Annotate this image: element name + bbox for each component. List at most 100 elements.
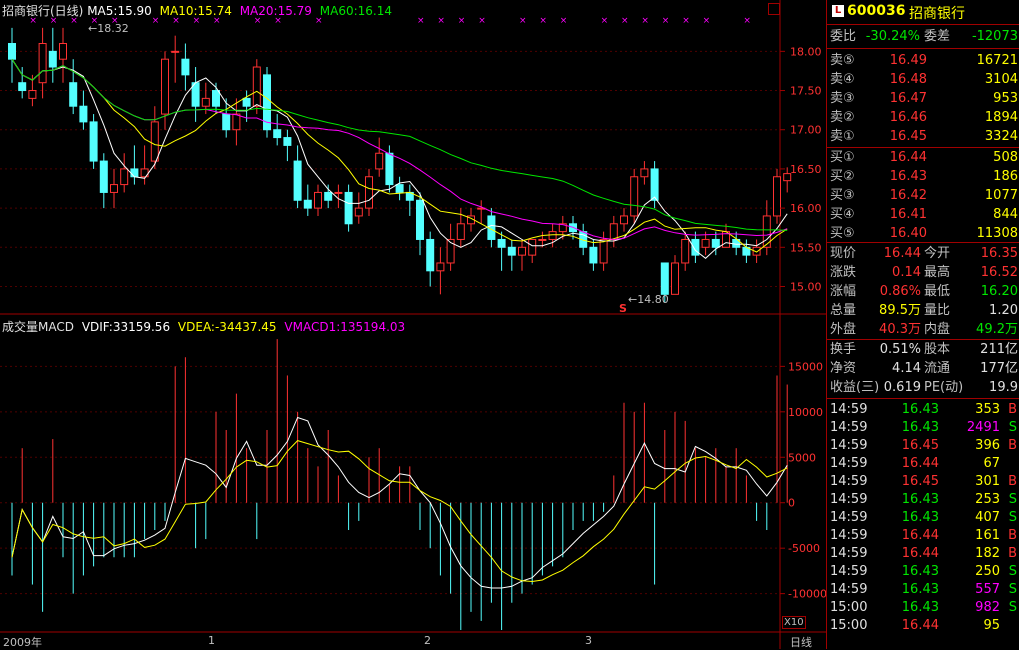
- tick-row[interactable]: 14:59 16.43 557 S: [827, 581, 1019, 599]
- candle-body: [497, 238, 506, 248]
- candle-body: [120, 168, 129, 186]
- buy-order-row: 买① 16.44 508: [827, 149, 1019, 167]
- candle-body: [324, 191, 333, 201]
- candle-body: [110, 184, 118, 193]
- high-price-annotation: ←18.32: [88, 22, 129, 35]
- tick-volume: 2491: [966, 420, 1000, 435]
- quote-panel: L 600036 招商银行 委比 -30.24% 委差 -12073 卖⑤ 16…: [826, 0, 1019, 649]
- vdea-line: [11, 440, 788, 583]
- tick-row[interactable]: 14:59 16.43 407 S: [827, 509, 1019, 527]
- candle-body: [38, 43, 47, 84]
- candle-body: [528, 238, 537, 256]
- period-daily-button[interactable]: 日线: [790, 634, 812, 650]
- candle-body: [314, 191, 322, 209]
- tick-price: 16.43: [901, 492, 939, 507]
- signal-marker-icon: ×: [703, 16, 711, 26]
- order-volume: 1077: [984, 188, 1018, 203]
- candle-body: [660, 262, 669, 295]
- tick-time: 14:59: [830, 456, 868, 471]
- tick-side: B: [1008, 528, 1017, 543]
- candle-body: [671, 262, 679, 295]
- volume-unit-label: X10: [782, 616, 806, 629]
- tick-time: 14:59: [830, 474, 868, 489]
- vdif-label: VDIF:33159.56: [81, 320, 171, 334]
- weibi-row: 委比 -30.24% 委差 -12073: [827, 28, 1019, 46]
- divider: [827, 339, 1019, 340]
- tick-side: S: [1008, 510, 1017, 525]
- tick-price: 16.43: [901, 600, 939, 615]
- tick-row[interactable]: 14:59 16.43 353 B: [827, 401, 1019, 419]
- sell-order-row: 卖③ 16.47 953: [827, 90, 1019, 108]
- tick-row[interactable]: 14:59 16.44 161 B: [827, 527, 1019, 545]
- signal-marker-icon: ×: [458, 16, 466, 26]
- candle-body: [620, 215, 628, 225]
- tick-row[interactable]: 14:59 16.44 67: [827, 455, 1019, 473]
- tick-time: 15:00: [830, 618, 868, 633]
- high-arrow-icon: ←: [88, 22, 98, 35]
- candle-body: [283, 137, 292, 146]
- tick-row[interactable]: 14:59 16.43 2491 S: [827, 419, 1019, 437]
- signal-marker-icon: ×: [539, 16, 547, 26]
- divider: [827, 48, 1019, 49]
- tick-side: S: [1008, 600, 1017, 615]
- tick-row[interactable]: 14:59 16.43 253 S: [827, 491, 1019, 509]
- stat-label: 涨跌: [830, 265, 857, 280]
- stat-label: 今开: [924, 246, 951, 261]
- tick-time: 14:59: [830, 582, 868, 597]
- date-label-month-2: 2: [424, 634, 431, 647]
- tick-time: 14:59: [830, 510, 868, 525]
- fundamental-label: 流通: [924, 361, 951, 376]
- low-price-annotation: ←14.80: [628, 293, 669, 306]
- stock-name: 招商银行: [909, 6, 965, 22]
- signal-marker-icon: ×: [437, 16, 445, 26]
- ma10-label: MA10:15.74: [159, 4, 232, 18]
- kline-chart-area[interactable]: × × × × × × × × × × × × × × × × × × × × × × × × × × 18.00 17.50 17.…: [0, 0, 826, 649]
- tick-side: S: [1008, 564, 1017, 579]
- tick-volume: 95: [983, 618, 1000, 633]
- fundamental-label: 股本: [924, 342, 951, 357]
- fundamental-row: 换手 0.51% 股本 211亿: [827, 341, 1019, 359]
- tick-time: 14:59: [830, 546, 868, 561]
- volume-grid: [0, 365, 780, 595]
- signal-marker-icon: ×: [641, 16, 649, 26]
- signal-marker-icon: ×: [560, 16, 568, 26]
- candle-body: [8, 43, 16, 60]
- weicha-value: -12073: [971, 29, 1018, 44]
- tick-time: 14:59: [830, 438, 868, 453]
- stat-value: 16.44: [883, 246, 921, 261]
- order-level-label: 买③: [830, 188, 855, 203]
- stat-row: 涨跌 0.14 最高 16.52: [827, 264, 1019, 282]
- candle-body: [365, 176, 373, 209]
- tick-volume: 557: [975, 582, 1000, 597]
- signal-marker-icon: ×: [519, 16, 527, 26]
- tick-row[interactable]: 14:59 16.45 396 B: [827, 437, 1019, 455]
- candle-body: [344, 191, 353, 225]
- tick-row[interactable]: 15:00 16.43 982 S: [827, 599, 1019, 617]
- order-level-label: 买⑤: [830, 226, 855, 241]
- stat-value: 1.20: [989, 303, 1018, 318]
- tick-price: 16.44: [901, 456, 939, 471]
- stat-label: 最低: [924, 284, 951, 299]
- tick-row[interactable]: 14:59 16.45 301 B: [827, 473, 1019, 491]
- stat-value: 16.52: [980, 265, 1018, 280]
- fundamental-value: 4.14: [892, 361, 921, 376]
- candle-body: [773, 176, 781, 217]
- order-level-label: 买②: [830, 169, 855, 184]
- stat-row: 涨幅 0.86% 最低 16.20: [827, 283, 1019, 301]
- volume-bars-group: [11, 339, 788, 630]
- tick-row[interactable]: 14:59 16.44 182 B: [827, 545, 1019, 563]
- candle-body: [99, 160, 108, 193]
- fundamental-value: 0.51%: [879, 342, 921, 357]
- candle-body: [59, 43, 67, 60]
- order-price: 16.49: [889, 53, 927, 68]
- candle-body: [518, 246, 526, 256]
- order-volume: 3324: [984, 129, 1018, 144]
- tick-price: 16.43: [901, 564, 939, 579]
- tick-row[interactable]: 15:00 16.44 95: [827, 617, 1019, 635]
- panel-toggle-button[interactable]: [768, 3, 780, 15]
- candle-body: [171, 50, 180, 53]
- price-axis-ticks: 18.00 17.50 17.00 16.50 16.00 15.50 15.00: [780, 45, 822, 293]
- volume-tick-label: 10000: [788, 406, 823, 419]
- tick-row[interactable]: 14:59 16.43 250 S: [827, 563, 1019, 581]
- candle-body: [161, 58, 169, 115]
